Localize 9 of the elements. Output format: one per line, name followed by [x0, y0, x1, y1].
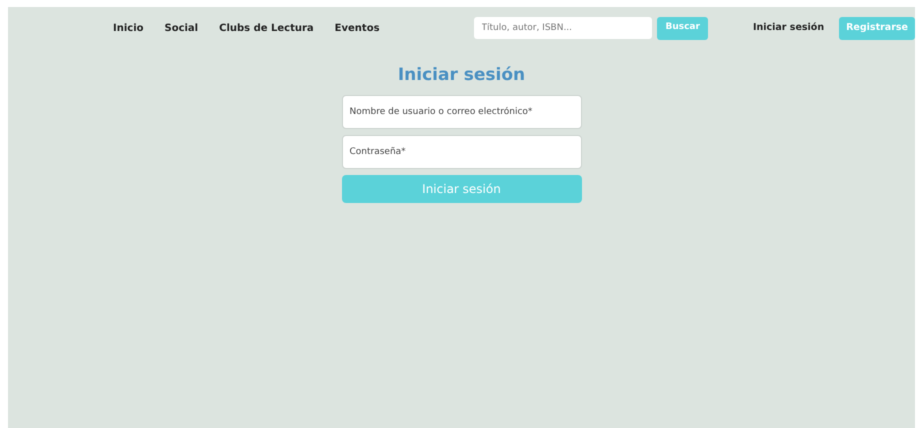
nav-link[interactable]: Social	[164, 20, 198, 36]
username-field[interactable]: Nombre de usuario o correo electrónico*	[342, 95, 582, 129]
nav-link[interactable]: Clubs de Lectura	[219, 20, 314, 36]
login-link[interactable]: Iniciar sesión	[752, 20, 824, 36]
search-field[interactable]: Título, autor, ISBN...	[474, 17, 652, 39]
nav-link[interactable]: Inicio	[113, 20, 144, 36]
password-field[interactable]: Contraseña*	[342, 135, 582, 169]
nav-link[interactable]: Eventos	[334, 20, 380, 36]
page-title: Iniciar sesión	[398, 64, 526, 86]
